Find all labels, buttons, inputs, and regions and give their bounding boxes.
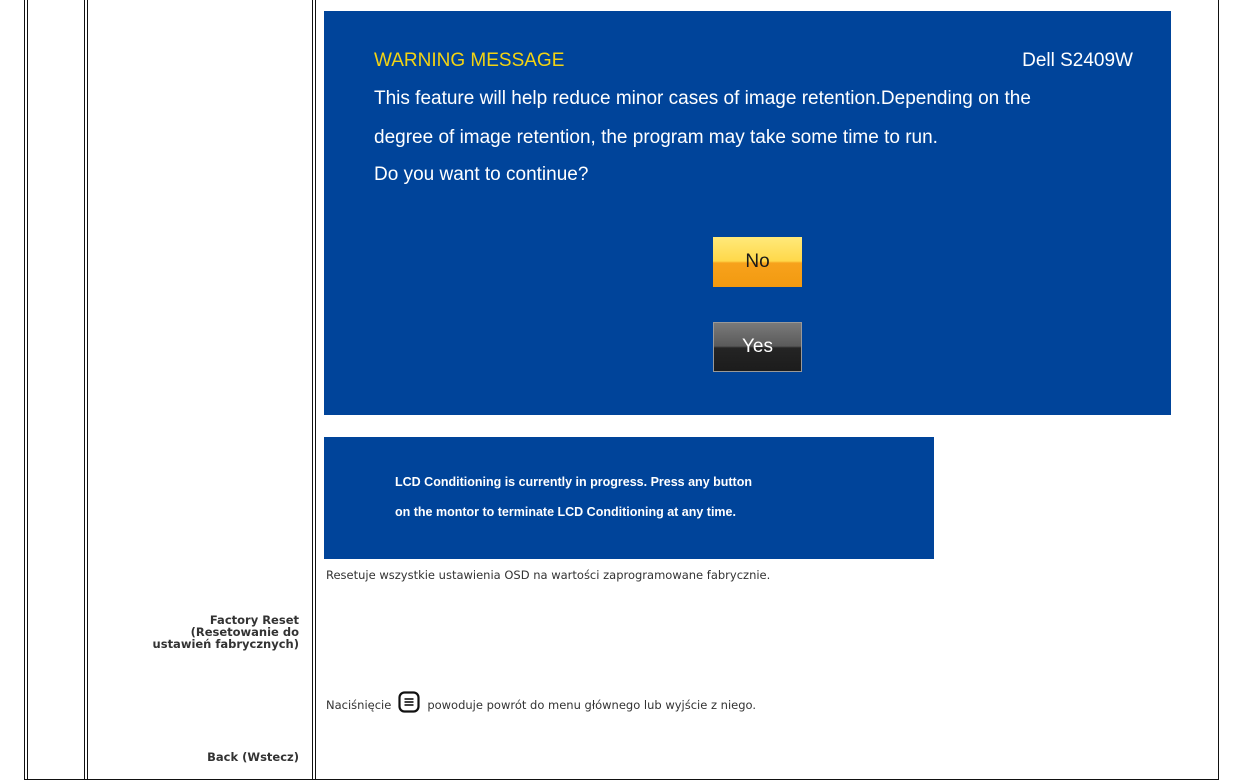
lcd-conditioning-message: LCD Conditioning is currently in progres… [324,437,934,559]
table-border-left-2 [27,0,28,780]
no-button[interactable]: No [713,237,802,287]
warning-title: WARNING MESSAGE [374,50,565,71]
back-description: Naciśnięcie powoduje powrót do menu głów… [326,691,756,713]
monitor-model: Dell S2409W [1022,50,1133,71]
warning-text-line-2: degree of image retention, the program m… [374,127,938,148]
back-label: Back (Wstecz) [207,750,299,764]
warning-question: Do you want to continue? [374,164,589,185]
menu-icon [398,691,420,713]
table-border-left-1 [24,0,25,780]
lcd-message-line-1: LCD Conditioning is currently in progres… [395,475,752,489]
yes-button[interactable]: Yes [713,322,802,372]
table-border-col2-1 [312,0,313,780]
factory-reset-label-line-3: ustawień fabrycznych) [152,637,299,651]
lcd-message-line-2: on the montor to terminate LCD Condition… [395,505,736,519]
factory-reset-description: Resetuje wszystkie ustawienia OSD na war… [326,568,771,582]
factory-reset-label: Factory Reset (Resetowanie do ustawień f… [153,614,299,650]
table-border-col1-1 [84,0,85,780]
table-border-col2-2 [315,0,316,780]
table-border-right [1218,0,1219,780]
osd-warning-dialog: WARNING MESSAGE Dell S2409W This feature… [324,11,1171,415]
back-description-after: powoduje powrót do menu głównego lub wyj… [427,698,757,712]
back-description-before: Naciśnięcie [326,698,392,712]
warning-text-line-1: This feature will help reduce minor case… [374,88,1031,109]
table-border-col1-2 [87,0,88,780]
